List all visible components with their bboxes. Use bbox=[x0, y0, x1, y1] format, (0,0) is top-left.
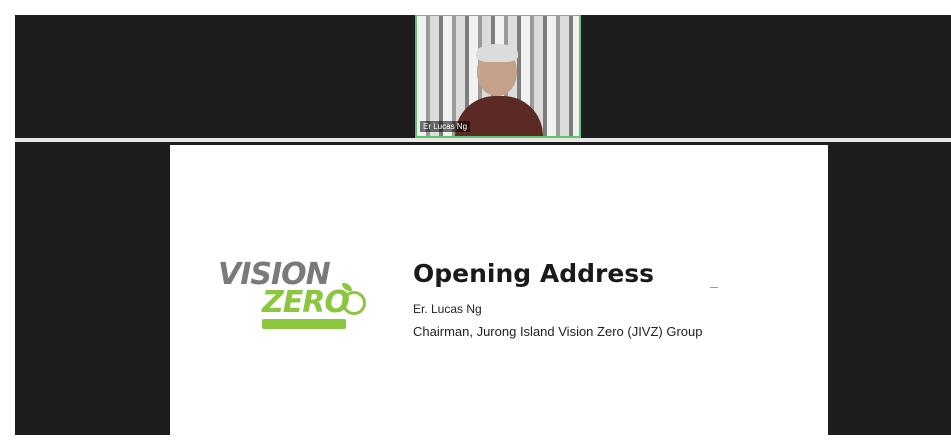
logo-text-zero: ZERO bbox=[262, 285, 350, 320]
logo-bulb-icon bbox=[342, 291, 366, 315]
meeting-window: Er Lucas Ng VISION ZERO Opening Address … bbox=[15, 15, 951, 435]
participant-hair bbox=[476, 44, 518, 62]
slide-speaker-name: Er. Lucas Ng bbox=[413, 302, 482, 316]
slide-speaker-role: Chairman, Jurong Island Vision Zero (JIV… bbox=[413, 324, 703, 339]
participant-name-label: Er Lucas Ng bbox=[420, 121, 471, 132]
participant-video-tile[interactable]: Er Lucas Ng bbox=[415, 15, 581, 138]
vision-zero-logo: VISION ZERO bbox=[218, 257, 368, 347]
presentation-slide: VISION ZERO Opening Address Er. Lucas Ng… bbox=[170, 145, 828, 435]
slide-title: Opening Address bbox=[413, 259, 655, 288]
shared-screen-area: VISION ZERO Opening Address Er. Lucas Ng… bbox=[15, 142, 951, 435]
logo-tagline-bar bbox=[262, 319, 346, 329]
slide-dash-mark bbox=[710, 287, 718, 288]
video-strip: Er Lucas Ng bbox=[15, 15, 951, 138]
